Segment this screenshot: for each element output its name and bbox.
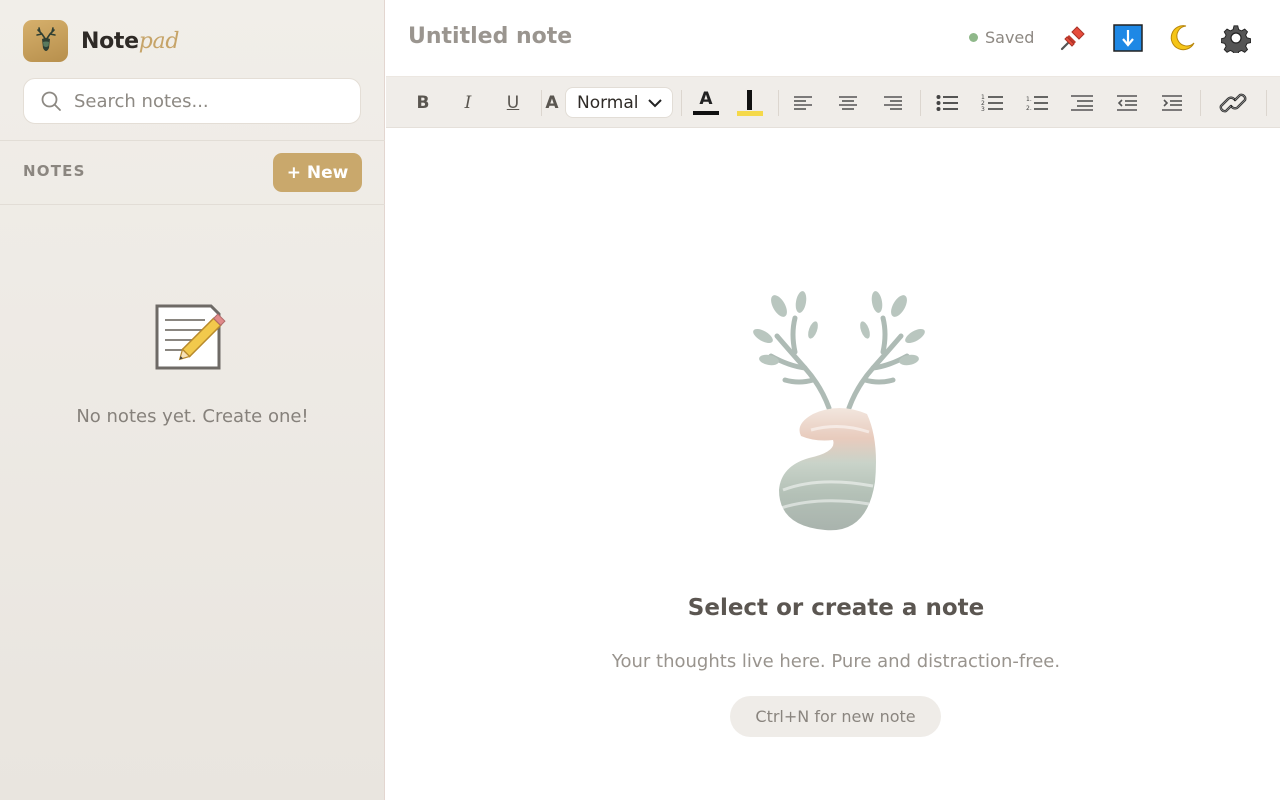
- outdent-icon[interactable]: [1112, 89, 1142, 117]
- divider: [0, 204, 385, 205]
- editor-empty-state: Select or create a note Your thoughts li…: [386, 128, 1280, 800]
- gear-icon[interactable]: [1220, 22, 1252, 54]
- highlight-color-swatch: [737, 111, 763, 116]
- deer-logo-icon: [23, 20, 68, 62]
- pin-icon[interactable]: [1057, 22, 1089, 54]
- italic-button[interactable]: I: [453, 89, 483, 117]
- font-size-button[interactable]: A: [537, 89, 567, 117]
- moon-icon[interactable]: [1166, 22, 1198, 54]
- deer-illustration-icon: [749, 290, 929, 536]
- text-color-button[interactable]: A: [690, 89, 722, 117]
- save-status-label: Saved: [985, 28, 1035, 47]
- highlight-color-button[interactable]: [734, 89, 766, 117]
- app-name: Notepad: [81, 28, 180, 54]
- note-title-input[interactable]: [408, 24, 808, 49]
- svg-text:3: 3: [981, 106, 985, 112]
- separator: [778, 90, 779, 116]
- text-color-glyph: A: [699, 89, 713, 109]
- format-toolbar: B I U A Normal A 123 1. 2.: [386, 77, 1280, 128]
- note-header: Saved: [386, 0, 1280, 77]
- notes-section-label: NOTES: [23, 162, 86, 180]
- save-status: Saved: [969, 28, 1034, 47]
- new-note-button[interactable]: + New: [273, 153, 362, 192]
- memo-icon: [153, 300, 231, 372]
- link-icon[interactable]: [1217, 89, 1249, 117]
- status-dot-icon: [969, 33, 978, 42]
- ordered-list-alt-icon[interactable]: 1. 2.: [1022, 89, 1052, 117]
- separator: [1266, 90, 1267, 116]
- search-input[interactable]: [74, 90, 344, 112]
- chevron-down-icon: [648, 99, 662, 108]
- align-right-icon[interactable]: [878, 89, 908, 117]
- separator: [920, 90, 921, 116]
- divider: [0, 140, 385, 141]
- separator: [1200, 90, 1201, 116]
- empty-state-subtitle: Your thoughts live here. Pure and distra…: [611, 651, 1061, 672]
- download-icon[interactable]: [1112, 22, 1144, 54]
- format-select-value: Normal: [577, 92, 639, 113]
- empty-notes-message: No notes yet. Create one!: [76, 406, 309, 427]
- bullet-list-icon[interactable]: [932, 89, 962, 117]
- sidebar: Notepad NOTES + New No n: [0, 0, 385, 800]
- highlighter-icon: [747, 90, 752, 110]
- underline-button[interactable]: U: [498, 89, 528, 117]
- bold-button[interactable]: B: [408, 89, 438, 117]
- empty-state-title: Select or create a note: [687, 595, 985, 621]
- brand: Notepad: [23, 20, 179, 62]
- paragraph-format-select[interactable]: Normal: [565, 87, 673, 118]
- search-box[interactable]: [23, 78, 361, 124]
- separator: [681, 90, 682, 116]
- text-color-swatch: [693, 111, 719, 115]
- indent-list-icon[interactable]: [1067, 89, 1097, 117]
- indent-icon[interactable]: [1157, 89, 1187, 117]
- numbered-list-icon[interactable]: 123: [977, 89, 1007, 117]
- shortcut-hint-badge: Ctrl+N for new note: [730, 696, 941, 737]
- search-icon: [41, 91, 61, 111]
- svg-text:2.: 2.: [1026, 105, 1032, 112]
- align-center-icon[interactable]: [833, 89, 863, 117]
- align-left-icon[interactable]: [788, 89, 818, 117]
- svg-text:1.: 1.: [1026, 96, 1032, 103]
